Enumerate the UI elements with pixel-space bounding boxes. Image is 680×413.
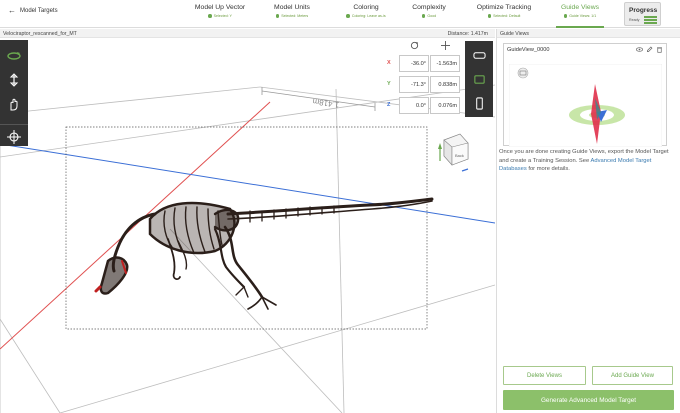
step-sub: Guide Views: 1/1 (569, 14, 597, 18)
camera-icon (517, 67, 529, 79)
move-icon (439, 40, 451, 50)
transform-row-y: Y -71.3° 0.838m (385, 75, 461, 94)
phone-view-button[interactable] (469, 93, 489, 113)
check-icon (421, 14, 426, 18)
generate-model-target-button[interactable]: Generate Advanced Model Target (503, 390, 674, 410)
progress-status: Ready (629, 18, 640, 22)
help-text-part: for more details. (526, 166, 570, 173)
step-label: Model Up Vector (194, 4, 246, 11)
cube-face-label: Back (455, 153, 464, 158)
add-guide-view-button[interactable]: Add Guide View (592, 366, 673, 385)
check-icon (563, 14, 568, 18)
transform-row-x: X -36.0° -1.563m (385, 54, 461, 73)
toolbar-separator (0, 124, 28, 125)
check-icon (208, 14, 212, 18)
transform-panel: X -36.0° -1.563m Y -71.3° 0.838m Z 0.0° … (385, 40, 461, 116)
pan-tool-button[interactable] (4, 94, 24, 114)
delete-views-button[interactable]: Delete Views (503, 366, 586, 385)
headset-icon (472, 51, 486, 59)
step-label: Model Units (274, 4, 310, 11)
panel-header: Guide Views (497, 29, 680, 38)
move-vertical-tool-button[interactable] (4, 70, 24, 90)
model-name: Velociraptor_rescanned_for_MT (3, 30, 77, 37)
view-cube[interactable]: Back (438, 133, 469, 172)
orbit-tool-button[interactable] (4, 46, 24, 66)
step-label: Coloring (353, 4, 379, 11)
rotation-z-field[interactable]: 0.0° (399, 97, 429, 114)
crosshair-icon (7, 130, 21, 144)
guide-view-thumbnail (509, 64, 662, 147)
edit-icon[interactable] (646, 46, 653, 53)
step-optimize-tracking[interactable]: Optimize Tracking Selected: Default (472, 4, 536, 18)
top-bar: ← Model Targets Model Up Vector Selected… (0, 0, 680, 28)
z-axis-line (0, 143, 495, 224)
progress-button[interactable]: Progress Ready (624, 2, 661, 26)
measure-ruler: 1.418m (261, 87, 376, 111)
step-sub: Selected: Y (213, 14, 232, 18)
step-label: Complexity (412, 4, 446, 11)
hand-icon (10, 98, 18, 111)
eye-icon[interactable] (636, 46, 643, 53)
step-guide-views[interactable]: Guide Views Guide Views: 1/1 (548, 4, 612, 28)
step-label: Guide Views (560, 4, 600, 11)
position-y-field[interactable]: 0.838m (430, 76, 460, 93)
back-arrow-icon: ← (8, 6, 16, 15)
left-toolbar (0, 40, 28, 146)
axis-label: Y (387, 81, 391, 87)
step-label: Optimize Tracking (476, 4, 532, 11)
guide-view-name: GuideView_0000 (507, 47, 550, 53)
step-sub: Good (427, 14, 437, 18)
step-coloring[interactable]: Coloring Coloring: Leave as-is (334, 4, 398, 18)
position-x-field[interactable]: -1.563m (430, 55, 460, 72)
rotation-y-field[interactable]: -71.3° (399, 76, 429, 93)
phone-icon (475, 96, 483, 110)
viewport-header: Velociraptor_rescanned_for_MT Distance: … (0, 29, 495, 38)
axis-label: X (387, 60, 391, 66)
step-complexity[interactable]: Complexity Good (397, 4, 461, 18)
ground-grid (0, 84, 495, 413)
focus-tool-button[interactable] (4, 127, 24, 147)
check-icon (275, 14, 280, 18)
progress-title: Progress (629, 7, 658, 14)
3d-viewport[interactable]: 1.418m Back Velociraptor_rescanned_for_M… (0, 29, 495, 413)
axis-label: Z (387, 102, 391, 108)
back-label: Model Targets (20, 8, 58, 14)
step-sub: Selected: Default (493, 14, 521, 18)
active-step-underline (556, 26, 604, 28)
tablet-view-button[interactable] (469, 69, 489, 89)
step-model-units[interactable]: Model Units Selected: Meters (260, 4, 324, 18)
step-sub: Coloring: Leave as-is (351, 14, 386, 18)
vertical-arrows-icon (9, 73, 19, 87)
rotate-icon (408, 40, 420, 50)
transform-row-z: Z 0.0° 0.076m (385, 96, 461, 115)
right-toolbar (465, 41, 493, 117)
guide-views-panel: Guide Views GuideView_0000 Once you are … (496, 29, 680, 413)
step-model-up-vector[interactable]: Model Up Vector Selected: Y (188, 4, 252, 18)
panel-title: Guide Views (500, 30, 530, 37)
tablet-icon (473, 74, 485, 84)
back-button[interactable]: ← Model Targets (8, 7, 58, 15)
progress-bars-icon (644, 16, 657, 25)
camera-distance: Distance: 1.417m (447, 30, 488, 37)
velociraptor-model[interactable] (94, 197, 434, 310)
trash-icon[interactable] (656, 46, 663, 53)
ruler-label: 1.418m (312, 97, 340, 110)
headset-view-button[interactable] (469, 45, 489, 65)
check-icon (487, 14, 492, 18)
guide-view-frame (65, 126, 428, 330)
rotation-x-field[interactable]: -36.0° (399, 55, 429, 72)
guide-view-card[interactable]: GuideView_0000 (503, 43, 667, 147)
guide-view-help-text: Once you are done creating Guide Views, … (499, 148, 679, 174)
position-z-field[interactable]: 0.076m (430, 97, 460, 114)
step-sub: Selected: Meters (281, 14, 309, 18)
orbit-icon (7, 52, 21, 60)
check-icon (346, 14, 350, 18)
